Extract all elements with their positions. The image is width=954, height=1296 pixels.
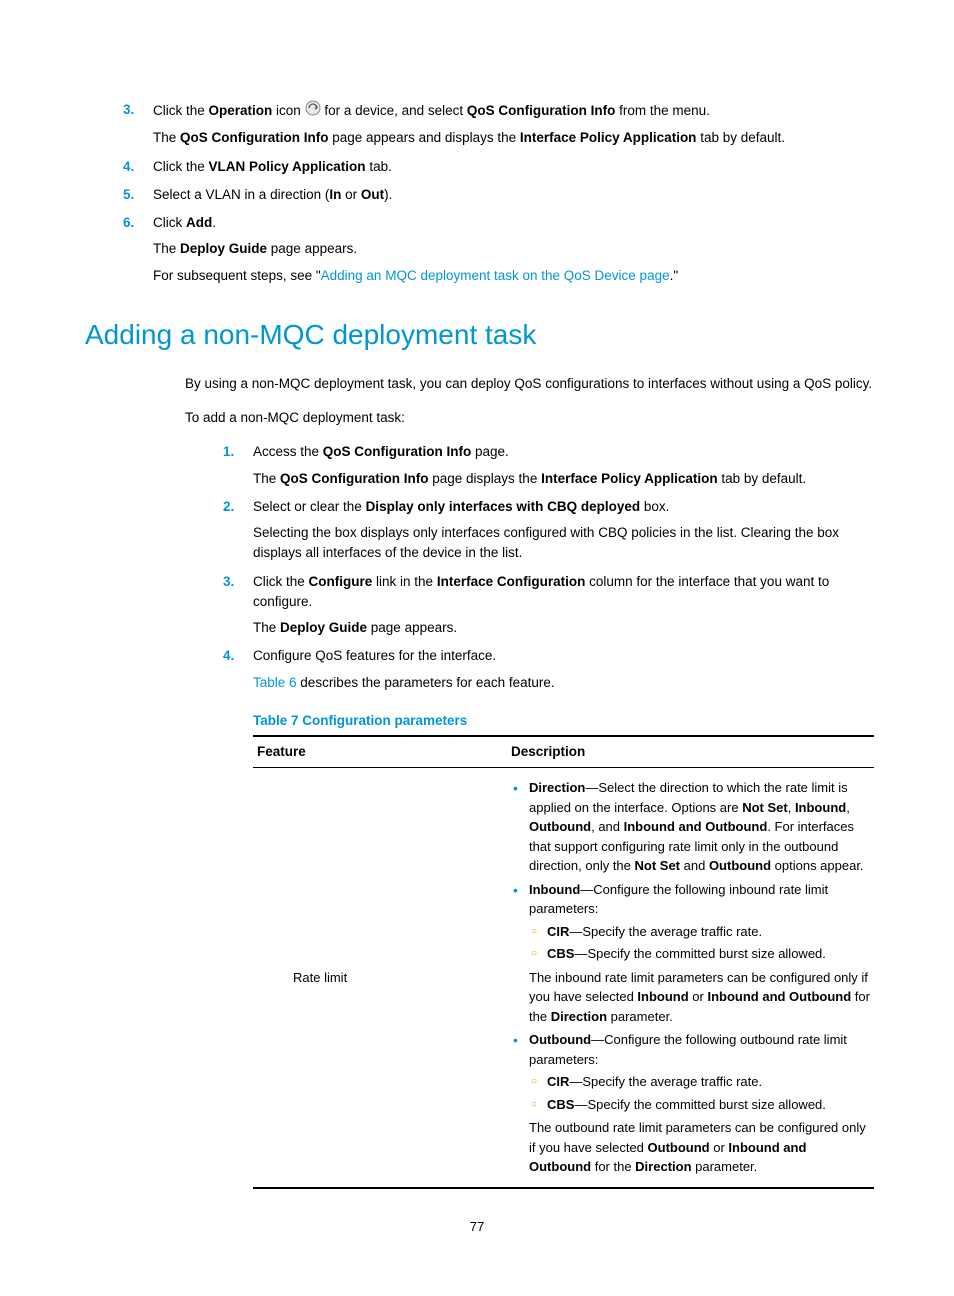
config-params-table: Feature Description Rate limit Direction… bbox=[253, 735, 874, 1189]
bullet-direction: Direction—Select the direction to which … bbox=[511, 778, 870, 876]
step-text: Click Add. bbox=[153, 215, 216, 230]
bullet-outbound: Outbound—Configure the following outboun… bbox=[511, 1030, 870, 1114]
step-number: 2. bbox=[223, 497, 234, 517]
intro-paragraph: By using a non-MQC deployment task, you … bbox=[185, 374, 874, 394]
step-number: 4. bbox=[123, 157, 134, 177]
step-4: 4. Click the VLAN Policy Application tab… bbox=[153, 157, 874, 177]
note-outbound: The outbound rate limit parameters can b… bbox=[529, 1118, 870, 1177]
step-number: 3. bbox=[223, 572, 234, 592]
step-body: Selecting the box displays only interfac… bbox=[253, 523, 874, 564]
step-1: 1. Access the QoS Configuration Info pag… bbox=[253, 442, 874, 489]
step-number: 1. bbox=[223, 442, 234, 462]
step-number: 5. bbox=[123, 185, 134, 205]
description-cell: Direction—Select the direction to which … bbox=[507, 768, 874, 1188]
step-text: Select or clear the Display only interfa… bbox=[253, 499, 669, 514]
step-body: The Deploy Guide page appears. For subse… bbox=[153, 239, 874, 286]
col-description: Description bbox=[507, 736, 874, 768]
cross-ref-link[interactable]: Adding an MQC deployment task on the QoS… bbox=[321, 268, 670, 283]
table-ref-link[interactable]: Table 6 bbox=[253, 675, 297, 690]
step-body: The Deploy Guide page appears. bbox=[253, 618, 874, 638]
table-caption: Table 7 Configuration parameters bbox=[253, 711, 874, 731]
step-text: Configure QoS features for the interface… bbox=[253, 648, 496, 663]
step-6: 6. Click Add. The Deploy Guide page appe… bbox=[153, 213, 874, 286]
step-number: 4. bbox=[223, 646, 234, 666]
step-4b: 4. Configure QoS features for the interf… bbox=[253, 646, 874, 1189]
step-body: The QoS Configuration Info page appears … bbox=[153, 128, 874, 148]
step-3: 3. Click the Operation icon for a device… bbox=[153, 100, 874, 149]
step-text: Click the VLAN Policy Application tab. bbox=[153, 159, 392, 174]
col-feature: Feature bbox=[253, 736, 507, 768]
step-number: 3. bbox=[123, 100, 134, 120]
document-page: 3. Click the Operation icon for a device… bbox=[0, 0, 954, 1296]
steps-list-main: 1. Access the QoS Configuration Info pag… bbox=[185, 442, 874, 1189]
step-body: Table 6 describes the parameters for eac… bbox=[253, 673, 874, 1189]
intro-paragraph: To add a non-MQC deployment task: bbox=[185, 408, 874, 428]
page-number: 77 bbox=[0, 1217, 954, 1237]
note-inbound: The inbound rate limit parameters can be… bbox=[529, 968, 870, 1027]
step-text: Click the Operation icon for a device, a… bbox=[153, 103, 710, 118]
feature-cell: Rate limit bbox=[253, 768, 507, 1188]
step-text: Click the Configure link in the Interfac… bbox=[253, 574, 829, 609]
step-2: 2. Select or clear the Display only inte… bbox=[253, 497, 874, 564]
intro-block: By using a non-MQC deployment task, you … bbox=[185, 374, 874, 429]
step-text: Access the QoS Configuration Info page. bbox=[253, 444, 509, 459]
operation-icon bbox=[305, 100, 321, 122]
step-5: 5. Select a VLAN in a direction (In or O… bbox=[153, 185, 874, 205]
table-row: Rate limit Direction—Select the directio… bbox=[253, 768, 874, 1188]
section-heading: Adding a non-MQC deployment task bbox=[85, 314, 874, 356]
step-text: Select a VLAN in a direction (In or Out)… bbox=[153, 187, 392, 202]
step-body: The QoS Configuration Info page displays… bbox=[253, 469, 874, 489]
bullet-inbound: Inbound—Configure the following inbound … bbox=[511, 880, 870, 964]
steps-list-top: 3. Click the Operation icon for a device… bbox=[85, 100, 874, 286]
step-3b: 3. Click the Configure link in the Inter… bbox=[253, 572, 874, 639]
step-number: 6. bbox=[123, 213, 134, 233]
